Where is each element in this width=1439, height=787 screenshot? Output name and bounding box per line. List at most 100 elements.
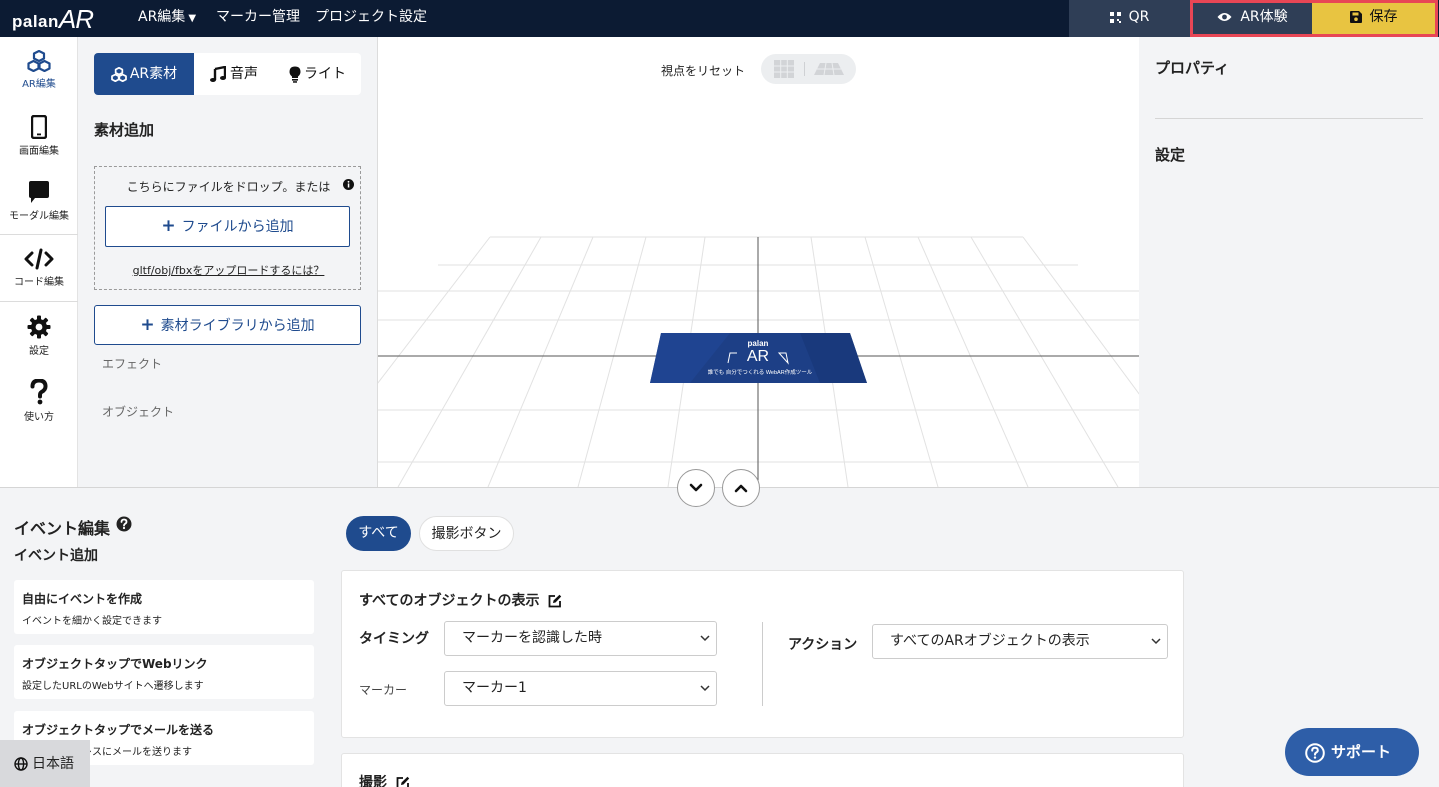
qr-icon [1109, 11, 1121, 23]
event-card: 撮影 [341, 753, 1184, 787]
header-action-group: AR体験 保存 [1190, 0, 1438, 37]
nav-ar-edit-label: AR編集 [138, 9, 186, 25]
rail-label: コード編集 [14, 277, 64, 288]
ar-try-button[interactable]: AR体験 [1193, 3, 1312, 34]
asset-tabs: AR素材 音声 ライト [94, 53, 361, 95]
help-circle-icon[interactable] [116, 516, 132, 532]
language-label: 日本語 [32, 756, 74, 772]
file-dropzone[interactable]: こちらにファイルをドロップ。または + ファイルから追加 gltf/obj/fbx… [94, 166, 361, 290]
event-template-desc: イベントを細かく設定できます [22, 616, 162, 627]
rail-item-code-edit[interactable]: コード編集 [0, 248, 78, 288]
3d-viewport[interactable]: 視点をリセット palan AR 誰でも 自分でつくれる WebAR作成ツール [378, 37, 1139, 487]
plus-icon: + [161, 216, 176, 236]
help-circle-icon [1305, 742, 1325, 763]
timing-label: タイミング [359, 631, 429, 647]
gear-icon [27, 315, 51, 339]
event-template-title: 自由にイベントを作成 [22, 592, 143, 606]
music-note-icon [210, 66, 226, 82]
rail-label: モーダル編集 [9, 211, 69, 222]
rail-label: 画面編集 [19, 146, 59, 157]
ar-try-label: AR体験 [1240, 9, 1288, 25]
save-button[interactable]: 保存 [1312, 3, 1435, 34]
support-button[interactable]: サポート [1285, 728, 1419, 776]
chevron-down-icon [1151, 638, 1161, 645]
timing-value: マーカーを認識した時 [462, 630, 602, 646]
event-card: すべてのオブジェクトの表示 タイミング マーカーを認識した時 マーカー マーカー… [341, 570, 1184, 738]
palan-ar-logo[interactable]: palanAR [12, 4, 94, 35]
tab-ar-assets[interactable]: AR素材 [94, 53, 194, 95]
marker-image-plane[interactable]: palan AR 誰でも 自分でつくれる WebAR作成ツール [650, 333, 867, 383]
tab-sound[interactable]: 音声 [194, 53, 274, 95]
event-name[interactable]: 撮影 [359, 772, 418, 787]
qr-button[interactable]: QR [1069, 0, 1190, 37]
filter-shoot-button[interactable]: 撮影ボタン [419, 516, 514, 551]
category-object[interactable]: オブジェクト [102, 403, 174, 420]
rail-item-how-to-use[interactable]: 使い方 [0, 379, 78, 423]
reset-view-button[interactable]: 視点をリセット [661, 62, 745, 79]
properties-divider [1155, 118, 1423, 119]
eye-icon [1217, 13, 1232, 21]
add-from-file-button[interactable]: + ファイルから追加 [105, 206, 350, 247]
event-template-card[interactable]: オブジェクトタップでWebリンク 設定したURLのWebサイトへ遷移します [14, 645, 314, 699]
chevron-down-icon [700, 685, 710, 692]
nav-marker-manage[interactable]: マーカー管理 [216, 0, 300, 37]
tab-label: 音声 [230, 66, 258, 82]
marker-logo-big: AR [747, 348, 769, 365]
toggle-divider [804, 62, 805, 76]
nav-project-settings[interactable]: プロジェクト設定 [315, 0, 427, 37]
rail-item-ar-edit[interactable]: AR編集 [0, 50, 78, 90]
asset-add-title: 素材追加 [94, 121, 155, 139]
rail-item-settings[interactable]: 設定 [0, 315, 78, 357]
rail-label: 使い方 [24, 412, 54, 423]
add-from-library-button[interactable]: + 素材ライブラリから追加 [94, 305, 361, 345]
event-template-desc: 設定したURLのWebサイトへ遷移します [22, 681, 204, 692]
rail-item-modal-edit[interactable]: モーダル編集 [0, 180, 78, 222]
action-select[interactable]: すべてのARオブジェクトの表示 [872, 624, 1168, 659]
add-from-library-label: 素材ライブラリから追加 [160, 318, 315, 334]
event-template-card[interactable]: 自由にイベントを作成 イベントを細かく設定できます [14, 580, 314, 634]
event-name[interactable]: すべてのオブジェクトの表示 [359, 590, 570, 610]
event-name-label: 撮影 [359, 775, 387, 787]
language-switcher[interactable]: 日本語 [0, 740, 90, 787]
tab-light[interactable]: ライト [274, 53, 361, 95]
asset-panel: AR素材 音声 ライト 素材追加 こちらにファイルをドロップ。または + ファイル… [78, 37, 378, 487]
collapse-down-button[interactable] [677, 469, 715, 507]
floor-grid [378, 236, 1139, 487]
event-editor: イベント編集 イベント追加 自由にイベントを作成 イベントを細かく設定できます … [0, 487, 1439, 787]
event-template-title: オブジェクトタップでWebリンク [22, 657, 208, 671]
properties-title: プロパティ [1155, 59, 1230, 77]
marker-select[interactable]: マーカー1 [444, 671, 717, 706]
filter-all[interactable]: すべて [346, 516, 411, 551]
nav-ar-edit[interactable]: AR編集 ▼ [138, 0, 196, 37]
upload-help-link[interactable]: gltf/obj/fbxをアップロードするには？ [95, 262, 362, 278]
top-bar: palanAR AR編集 ▼ マーカー管理 プロジェクト設定 QR AR体験 保存 [0, 0, 1439, 37]
globe-icon [14, 757, 28, 771]
rail-label: 設定 [29, 346, 49, 357]
marker-label: マーカー [359, 683, 408, 697]
dropzone-text: こちらにファイルをドロップ。または [126, 180, 331, 194]
perspective-view-icon[interactable] [814, 63, 844, 75]
tab-label: ライト [304, 66, 346, 82]
chevron-down-icon: ▼ [188, 13, 197, 24]
save-label: 保存 [1369, 9, 1398, 25]
timing-select[interactable]: マーカーを認識した時 [444, 621, 717, 656]
support-label: サポート [1331, 743, 1392, 761]
marker-logo-small: palan [748, 339, 769, 348]
category-effect[interactable]: エフェクト [102, 355, 162, 372]
chevron-up-icon [734, 484, 748, 493]
smartphone-icon [31, 115, 47, 139]
top-view-icon[interactable] [774, 60, 794, 78]
properties-panel: プロパティ 設定 [1139, 37, 1439, 487]
info-icon[interactable] [343, 179, 354, 190]
event-name-label: すべてのオブジェクトの表示 [359, 593, 540, 609]
rail-item-screen-edit[interactable]: 画面編集 [0, 115, 78, 157]
chevron-down-icon [689, 483, 703, 492]
edit-icon[interactable] [396, 776, 410, 787]
expand-up-button[interactable] [722, 469, 760, 507]
lightbulb-icon [289, 66, 301, 83]
view-mode-toggle[interactable] [761, 54, 856, 84]
tab-label: AR素材 [129, 66, 178, 82]
edit-icon[interactable] [548, 594, 562, 608]
left-rail: AR編集 画面編集 モーダル編集 コード編集 設定 使い方 [0, 37, 78, 487]
event-divider [762, 622, 763, 706]
